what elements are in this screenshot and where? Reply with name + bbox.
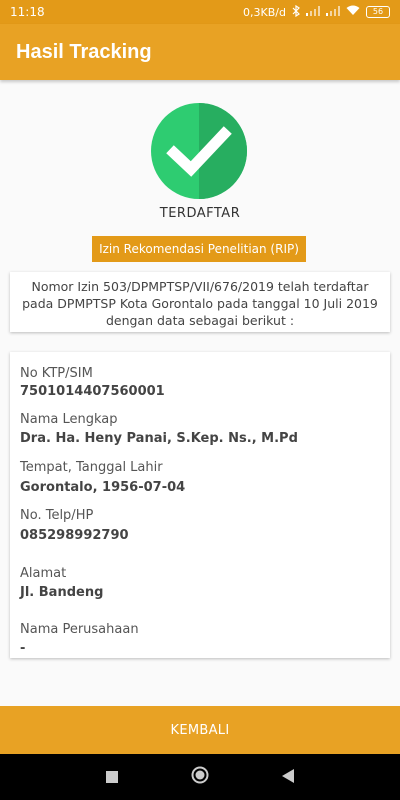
- info-message-text: Nomor Izin 503/DPMPTSP/VII/676/2019 tela…: [22, 279, 378, 328]
- permit-type-badge: Izin Rekomendasi Penelitian (RIP): [92, 236, 306, 262]
- field-value-ktp: 7501014407560001: [20, 384, 165, 399]
- app-bar: Hasil Tracking: [0, 24, 400, 80]
- navigation-bar: [0, 754, 400, 800]
- back-icon[interactable]: [281, 768, 294, 787]
- network-speed: 0,3KB/d: [243, 5, 286, 19]
- wifi-icon: [346, 5, 360, 19]
- back-button[interactable]: KEMBALI: [0, 706, 400, 754]
- status-bar: 11:18 0,3KB/d 56: [0, 0, 400, 24]
- status-time: 11:18: [10, 5, 45, 19]
- signal-icon: [306, 5, 320, 19]
- field-label-phone: No. Telp/HP: [20, 508, 94, 523]
- signal-icon: [326, 5, 340, 19]
- detail-card: No KTP/SIM 7501014407560001 Nama Lengkap…: [10, 352, 390, 658]
- field-value-address: Jl. Bandeng: [20, 585, 104, 600]
- home-icon[interactable]: [191, 766, 209, 788]
- field-label-address: Alamat: [20, 566, 67, 581]
- field-label-birth: Tempat, Tanggal Lahir: [20, 460, 163, 475]
- recents-icon[interactable]: [106, 768, 119, 787]
- field-label-company: Nama Perusahaan: [20, 622, 139, 637]
- field-label-name: Nama Lengkap: [20, 412, 118, 427]
- field-value-name: Dra. Ha. Heny Panai, S.Kep. Ns., M.Pd: [20, 431, 298, 446]
- field-label-ktp: No KTP/SIM: [20, 366, 93, 381]
- page-title: Hasil Tracking: [16, 40, 152, 63]
- registration-status: TERDAFTAR: [159, 206, 241, 221]
- field-value-company: -: [20, 641, 26, 656]
- info-message: Nomor Izin 503/DPMPTSP/VII/676/2019 tela…: [10, 272, 390, 332]
- field-value-birth: Gorontalo, 1956-07-04: [20, 480, 186, 495]
- field-value-phone: 085298992790: [20, 528, 129, 543]
- battery-icon: 56: [366, 6, 390, 18]
- status-icons: 0,3KB/d 56: [243, 4, 390, 20]
- back-button-label: KEMBALI: [170, 722, 230, 738]
- check-icon: [150, 102, 248, 200]
- bluetooth-icon: [292, 4, 300, 20]
